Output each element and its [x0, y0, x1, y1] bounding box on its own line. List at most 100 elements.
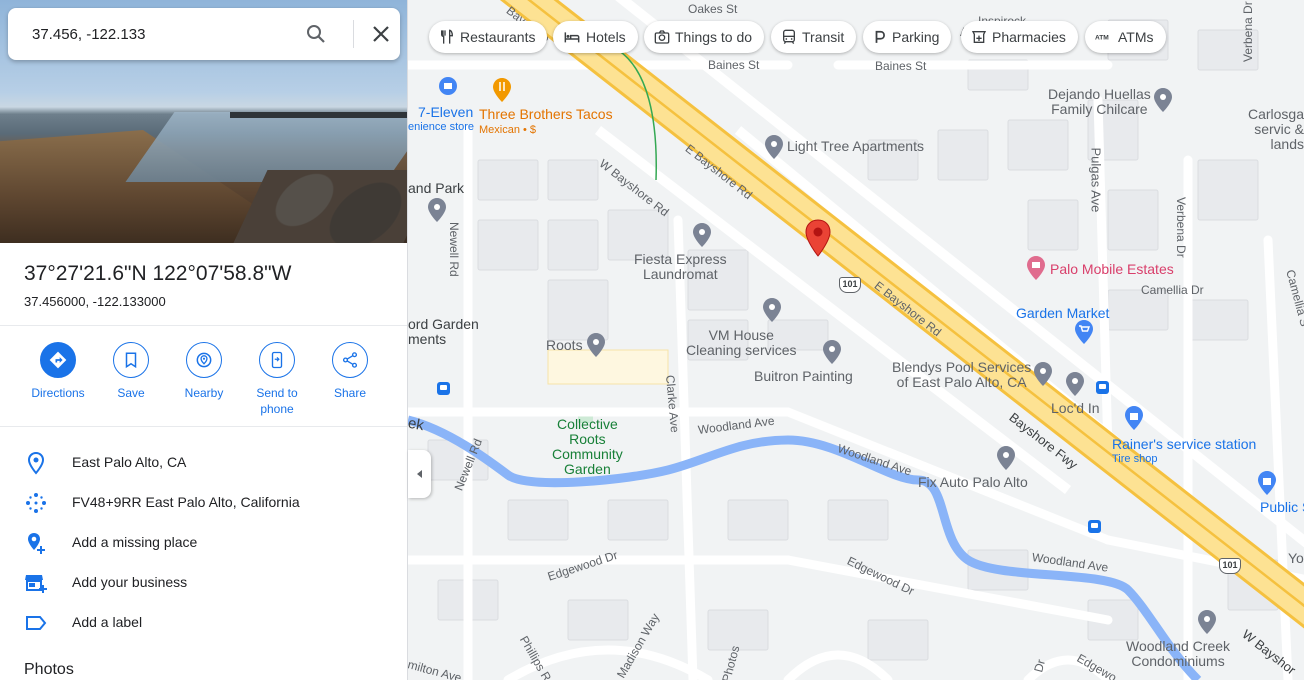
chip-restaurants[interactable]: Restaurants	[429, 21, 548, 53]
street-label: Pulgas Ave	[1088, 147, 1104, 213]
highway-shield: 101	[1219, 558, 1241, 574]
area-label: and Park	[408, 180, 465, 196]
highway-shield: 101	[839, 277, 861, 293]
poi-label[interactable]: Carlosga servic & lands	[1237, 107, 1304, 152]
plus-code-text: FV48+9RR East Palo Alto, California	[72, 494, 300, 510]
poi-label[interactable]: Blendys Pool Services of East Palo Alto,…	[892, 360, 1031, 390]
poi-label[interactable]: Palo Mobile Estates	[1050, 262, 1174, 277]
poi-marker[interactable]	[764, 134, 784, 160]
poi-label[interactable]: Rainer's service station	[1112, 437, 1256, 452]
poi-label[interactable]: Loc'd In	[1051, 401, 1100, 416]
send-to-phone-label: Send to phone	[256, 386, 298, 416]
add-label-text: Add a label	[72, 614, 143, 630]
caret-left-icon	[416, 470, 422, 478]
hotel-icon	[564, 32, 580, 43]
selected-location-pin[interactable]	[805, 219, 831, 257]
poi-sublabel: Mexican • $	[479, 124, 537, 136]
poi-label[interactable]: VM House Cleaning services	[686, 328, 797, 358]
poi-label[interactable]: 7-Eleven	[418, 105, 473, 120]
add-business-icon	[24, 571, 48, 595]
address-row[interactable]: East Palo Alto, CA	[0, 443, 407, 483]
transit-icon	[783, 29, 795, 45]
location-pin-icon	[24, 451, 48, 475]
poi-marker[interactable]	[1197, 609, 1217, 635]
bus-stop-icon[interactable]	[1096, 381, 1109, 394]
restaurant-marker-icon[interactable]	[492, 77, 512, 103]
bookmark-icon	[113, 342, 149, 378]
poi-marker[interactable]	[996, 445, 1016, 471]
poi-marker[interactable]	[1065, 371, 1085, 397]
poi-marker[interactable]	[692, 222, 712, 248]
directions-button[interactable]: Directions	[23, 342, 93, 401]
add-missing-place-text: Add a missing place	[72, 534, 198, 550]
address-text: East Palo Alto, CA	[72, 454, 187, 470]
street-label: Verbena Dr	[1241, 1, 1255, 62]
poi-label[interactable]: Public Sto	[1260, 500, 1304, 515]
poi-label[interactable]: Light Tree Apartments	[787, 139, 924, 154]
pharmacy-icon	[971, 31, 987, 43]
search-input[interactable]	[22, 22, 292, 46]
shopping-cart-icon[interactable]	[1074, 319, 1094, 345]
convenience-store-icon[interactable]	[438, 76, 458, 102]
chip-transit[interactable]: Transit	[771, 21, 857, 53]
poi-label[interactable]: Woodland Creek Condominiums	[1126, 639, 1230, 669]
share-button[interactable]: Share	[315, 342, 385, 401]
poi-label[interactable]: Fix Auto Palo Alto	[918, 475, 1028, 490]
save-button[interactable]: Save	[96, 342, 166, 401]
poi-label[interactable]: Garden Market	[1016, 306, 1109, 321]
directions-icon	[40, 342, 76, 378]
send-to-phone-icon	[259, 342, 295, 378]
poi-marker[interactable]	[762, 297, 782, 323]
nearby-icon	[186, 342, 222, 378]
collapse-panel-button[interactable]	[408, 450, 431, 498]
close-icon[interactable]	[369, 22, 393, 46]
poi-label[interactable]: Fiesta Express Laundromat	[634, 252, 727, 282]
chip-label: Pharmacies	[992, 29, 1066, 45]
pink-poi-marker[interactable]	[1026, 255, 1046, 281]
chip-pharmacies[interactable]: Pharmacies	[961, 21, 1078, 53]
street-label: Oakes St	[688, 2, 738, 16]
atm-icon: ATM	[1095, 34, 1109, 41]
poi-marker[interactable]	[822, 339, 842, 365]
add-business-row[interactable]: Add your business	[0, 563, 407, 603]
send-to-phone-button[interactable]: Send to phone	[242, 342, 312, 417]
directions-label: Directions	[31, 386, 85, 400]
poi-label[interactable]: Buitron Painting	[754, 369, 853, 384]
map-canvas[interactable]: 101 101 Light Tree Apartments Fiesta Exp…	[408, 0, 1304, 680]
plus-code-row[interactable]: FV48+9RR East Palo Alto, California	[0, 483, 407, 523]
place-coordinates[interactable]: 37.456000, -122.133000	[24, 294, 166, 309]
poi-label[interactable]: Dejando Huellas Family Chilcare	[1048, 87, 1151, 117]
add-missing-place-row[interactable]: Add a missing place	[0, 523, 407, 563]
add-label-row[interactable]: Add a label	[0, 603, 407, 643]
chip-hotels[interactable]: Hotels	[553, 21, 638, 53]
poi-label[interactable]: Yo	[1288, 551, 1304, 566]
chip-things-to-do[interactable]: Things to do	[644, 21, 765, 53]
poi-sublabel: Tire shop	[1112, 453, 1158, 465]
chip-atms[interactable]: ATM ATMs	[1085, 21, 1166, 53]
poi-marker[interactable]	[586, 332, 606, 358]
search-icon[interactable]	[304, 22, 328, 46]
street-label: Verbena Dr	[1174, 197, 1188, 258]
search-divider	[353, 20, 354, 48]
bus-stop-icon[interactable]	[1088, 520, 1101, 533]
poi-marker[interactable]	[1033, 361, 1053, 387]
place-title: 37°27'21.6"N 122°07'58.8"W	[24, 262, 292, 285]
nearby-button[interactable]: Nearby	[169, 342, 239, 401]
poi-label[interactable]: Roots	[546, 338, 583, 353]
shopping-bag-icon[interactable]	[1257, 470, 1277, 496]
chip-parking[interactable]: Parking	[863, 21, 952, 53]
area-label: ord Garden ments	[408, 316, 479, 347]
creek-label: ek	[408, 414, 426, 435]
poi-label[interactable]: Collective Roots Community Garden	[552, 417, 623, 477]
poi-label[interactable]: Three Brothers Tacos	[479, 107, 613, 122]
bus-stop-icon[interactable]	[437, 382, 450, 395]
chip-label: Things to do	[675, 29, 753, 45]
street-label: Camellia Dr	[1141, 283, 1204, 297]
share-label: Share	[333, 386, 367, 400]
chip-label: ATMs	[1118, 29, 1154, 45]
street-label: Baines St	[875, 59, 927, 73]
poi-marker[interactable]	[1153, 87, 1173, 113]
poi-marker[interactable]	[427, 197, 447, 223]
chip-label: Transit	[802, 29, 845, 45]
shopping-bag-icon[interactable]	[1124, 405, 1144, 431]
